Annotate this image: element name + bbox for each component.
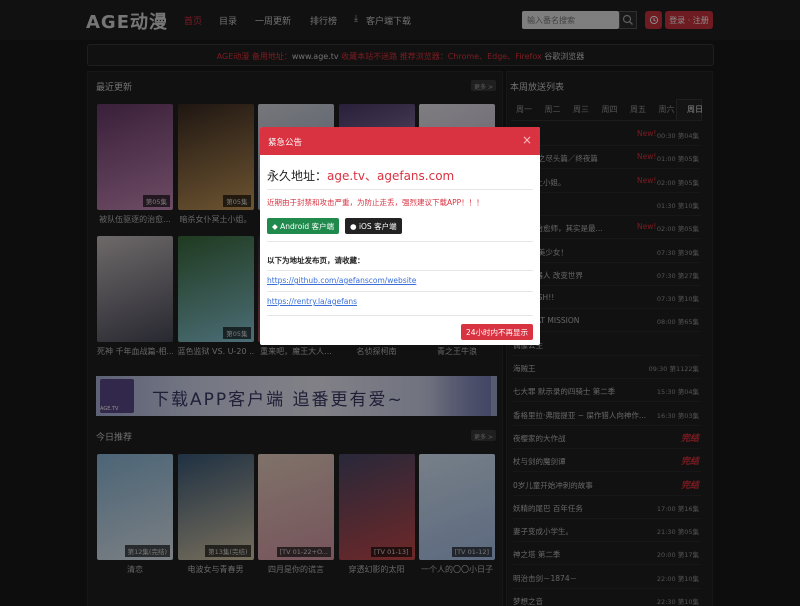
heading-domains[interactable]: age.tv、agefans.com [327,169,454,183]
warning-text: 近期由于封禁和攻击严重，为防止走丢，强烈建议下载APP！！！ [267,198,484,207]
dismiss-24h-button[interactable]: 24小时内不再显示 [460,324,533,340]
heading-prefix: 永久地址： [267,169,328,183]
announcement-modal: 紧急公告 × 永久地址：age.tv、agefans.com 近期由于封禁和攻击… [260,127,540,345]
permanent-address-heading: 永久地址：age.tv、agefans.com [267,167,454,184]
divider [267,291,533,292]
publish-page-label: 以下为地址发布页，请收藏： [267,256,365,265]
divider [267,315,533,316]
android-download-button[interactable]: ◆ Android 客户端 [267,218,340,234]
modal-title: 紧急公告 [260,127,540,155]
android-icon: ◆ [272,222,281,231]
rentry-link[interactable]: https://rentry.la/agefans [267,297,357,306]
divider [267,270,533,271]
close-icon[interactable]: × [522,133,532,147]
ios-download-button[interactable]: ● iOS 客户端 [345,218,402,234]
divider [267,241,533,242]
ios-label: iOS 客户端 [358,222,397,231]
apple-icon: ● [350,222,359,231]
divider [267,189,533,190]
github-link[interactable]: https://github.com/agefanscom/website [267,276,416,285]
android-label: Android 客户端 [280,222,335,231]
